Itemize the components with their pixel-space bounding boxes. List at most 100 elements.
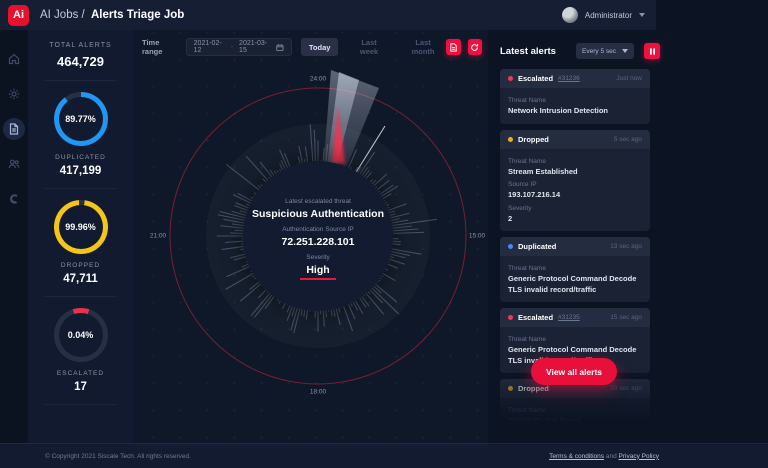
clock-label-top: 24:00 (309, 75, 327, 83)
report-button[interactable] (446, 39, 461, 55)
report-icon (450, 42, 457, 52)
divider (44, 296, 117, 297)
quick-range-today[interactable]: Today (300, 38, 339, 56)
date-separator: - (230, 43, 234, 51)
breadcrumb-parent[interactable]: AI Jobs / (40, 9, 85, 21)
sidebar-item-users[interactable] (3, 153, 25, 175)
footer: © Copyright 2021 Siscale Tech. All right… (0, 443, 768, 468)
clock-label-bottom: 18:00 (309, 388, 327, 396)
view-all-alerts-button[interactable]: View all alerts (531, 358, 617, 385)
status-dot (508, 315, 513, 320)
alert-card[interactable]: Escalated #31236 Just now Threat Name Net… (500, 69, 650, 124)
alert-field-value: Stream Established (508, 166, 578, 176)
alert-time: 20 sec ago (610, 385, 642, 392)
alert-card-body: Threat Name Generic Protocol Command Deco… (500, 256, 650, 302)
chevron-down-icon (622, 49, 628, 53)
gauge-label: DROPPED (60, 262, 101, 269)
alert-card-header: Duplicated 13 sec ago (500, 237, 650, 256)
severity-value: High (300, 264, 336, 280)
latest-threat-label: Latest escalated threat (285, 198, 351, 205)
breadcrumb: AI Jobs / Alerts Triage Job (40, 9, 184, 21)
user-name: Administrator (584, 10, 632, 20)
privacy-link[interactable]: Privacy Policy (619, 453, 659, 460)
copyright-text: © Copyright 2021 Siscale Tech. All right… (45, 452, 191, 460)
gauge-percent: 99.96% (65, 222, 96, 232)
alert-card[interactable]: Duplicated 13 sec ago Threat Name Generic… (500, 237, 650, 302)
alert-card[interactable]: Dropped 5 sec ago Threat Name Stream Esta… (500, 129, 650, 231)
users-icon (8, 159, 20, 169)
alert-id-link[interactable]: #31236 (558, 75, 580, 82)
source-ip-label: Authentication Source IP (282, 226, 354, 233)
divider (44, 404, 117, 405)
alert-field-label: Threat Name (508, 336, 546, 343)
alert-field-value: SICMP Packet found (508, 416, 581, 425)
sidebar-item-home[interactable] (3, 48, 25, 70)
refresh-icon (471, 43, 479, 51)
date-range-input[interactable]: 2021-02-12 - 2021-03-15 (185, 38, 292, 56)
alert-field-value: 2 (508, 213, 513, 223)
alert-card[interactable]: Dropped 20 sec ago Threat Name SICMP Pack… (500, 379, 650, 431)
quick-range-group: Today Last week Last month (292, 38, 446, 56)
gauge-list: 89.77% DUPLICATED 417,199 99.96% DROPPED… (44, 92, 117, 416)
terms-link[interactable]: Terms & conditions (549, 453, 604, 460)
gauge-block: 99.96% DROPPED 47,711 (44, 200, 117, 308)
home-icon (8, 53, 20, 65)
alert-status: Escalated (518, 74, 554, 83)
gauge-value: 417,199 (59, 165, 102, 177)
time-range-label: Time range (142, 38, 163, 56)
date-from[interactable]: 2021-02-12 (194, 40, 225, 54)
avatar (561, 7, 578, 23)
refresh-interval-dropdown[interactable]: Every 5 sec (576, 43, 634, 59)
quick-range-last-month[interactable]: Last month (400, 38, 447, 56)
threat-name: Suspicious Authentication (251, 208, 385, 220)
donut-gauge: 89.77% (53, 92, 108, 146)
pause-feed-button[interactable] (644, 43, 660, 59)
alert-field-label: Source IP (508, 181, 537, 188)
gauge-percent: 0.04% (67, 330, 94, 340)
alert-field-label: Threat Name (508, 157, 546, 165)
quick-range-last-week[interactable]: Last week (347, 38, 390, 56)
gauge-block: 0.04% ESCALATED 17 (44, 308, 117, 416)
legal-links: Terms & conditions and Privacy Policy (549, 453, 659, 460)
sidebar-item-settings[interactable] (3, 83, 25, 105)
settings-icon (8, 88, 20, 100)
donut-gauge: 0.04% (53, 308, 108, 362)
alert-field-label: Threat Name (508, 407, 546, 414)
refresh-button[interactable] (467, 39, 482, 55)
date-to[interactable]: 2021-03-15 (239, 40, 270, 54)
alert-card-body: Threat Name Stream Established Source IP 19… (500, 148, 650, 231)
user-menu[interactable]: Administrator (561, 7, 645, 23)
alert-id-link[interactable]: #31235 (558, 314, 580, 321)
alerts-panel-header: Latest alerts Every 5 sec (500, 43, 660, 59)
alert-field-label: Severity (508, 204, 532, 212)
sidebar-item-jobs[interactable] (3, 118, 25, 140)
calendar-icon[interactable] (276, 43, 284, 52)
alert-status: Duplicated (518, 242, 557, 251)
radar-chart-area: Time range 2021-02-12 - 2021-03-15 Today… (133, 30, 488, 443)
donut-gauge: 99.96% (53, 200, 108, 254)
refresh-interval-value: Every 5 sec (582, 47, 616, 55)
status-dot (508, 136, 513, 142)
alert-field-label: Threat Name (508, 97, 546, 104)
alert-time: Just now (616, 75, 642, 82)
alert-card-header: Dropped 5 sec ago (500, 129, 650, 149)
gauge-value: 47,711 (63, 273, 98, 285)
gauge-value: 17 (74, 381, 87, 393)
source-ip-value: 72.251.228.101 (281, 236, 355, 248)
clock-label-right: 15:00 (468, 232, 486, 240)
app-logo[interactable]: Ai (8, 4, 29, 26)
status-dot (508, 76, 513, 81)
page-title: Alerts Triage Job (90, 9, 185, 21)
stats-panel: TOTAL ALERTS 464,729 89.77% DUPLICATED 4… (28, 30, 133, 443)
time-toolbar: Time range 2021-02-12 - 2021-03-15 Today… (142, 37, 482, 57)
alert-time: 13 sec ago (610, 243, 642, 250)
header-right-cap (656, 0, 768, 30)
latest-alerts-panel: Latest alerts Every 5 sec Escalated #312… (488, 30, 768, 443)
sidebar-item-brand[interactable] (3, 188, 25, 210)
status-dot (508, 386, 513, 391)
gauge-percent: 89.77% (65, 114, 96, 124)
divider (44, 188, 117, 189)
alert-card-header: Escalated #31236 Just now (500, 69, 650, 88)
nav-rail (0, 30, 28, 443)
alert-time: 5 sec ago (613, 135, 642, 143)
